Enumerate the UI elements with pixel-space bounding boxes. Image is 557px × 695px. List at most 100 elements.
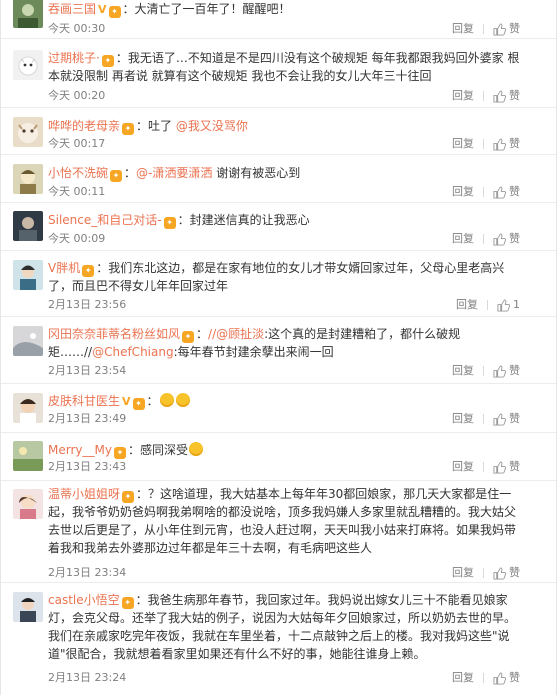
like-button[interactable]: 赞 xyxy=(493,22,520,36)
thumbs-up-icon xyxy=(493,671,506,685)
list-item: 冈田奈奈菲蒂名粉丝如风 ✦ ：//@顾扯淡:这个真的是封建糟粕了，都什么破规矩……/… xyxy=(1,317,556,384)
comment-list: 吞画三国 V ✦ ：大清亡了一百年了！醒醒吧！ 今天 00:30 回复 赞 过期桃子·… xyxy=(0,0,557,695)
like-button[interactable]: 赞 xyxy=(493,412,520,426)
mention-link[interactable]: @ChefChiang xyxy=(92,345,174,359)
timestamp: 今天 00:17 xyxy=(48,137,106,150)
mention-link[interactable]: @我又没骂你 xyxy=(176,119,248,133)
reply-button[interactable]: 回复 xyxy=(452,364,474,378)
list-item: 过期桃子· ✦ ：我无语了…不知道是不是四川没有这个破规矩 每年我都跟我妈回外婆家 … xyxy=(1,39,556,108)
username-link[interactable]: Merry__My xyxy=(48,443,112,457)
avatar[interactable] xyxy=(13,117,43,147)
timestamp: 今天 00:30 xyxy=(48,22,106,35)
reply-button[interactable]: 回复 xyxy=(452,137,474,151)
reply-button[interactable]: 回复 xyxy=(452,412,474,426)
list-item: Merry__My ✦ ：感同深受 2月13日 23:43 回复 赞 xyxy=(1,433,556,481)
timestamp: 2月13日 23:24 xyxy=(48,671,127,684)
list-item: 小怡不洗碗 ✦ ：@-潇洒要潇洒 谢谢有被恶心到 今天 00:11 回复 赞 xyxy=(1,155,556,203)
like-count: 赞 xyxy=(509,185,520,198)
reply-button[interactable]: 回复 xyxy=(452,460,474,474)
username-link[interactable]: Silence_和自己对话- xyxy=(48,213,162,227)
username-link[interactable]: V胖机 xyxy=(48,261,80,275)
timestamp: 2月13日 23:54 xyxy=(48,364,127,377)
divider xyxy=(487,300,488,310)
avatar[interactable] xyxy=(13,326,43,356)
member-badge-icon: ✦ xyxy=(182,331,195,343)
like-button[interactable]: 赞 xyxy=(493,89,520,103)
comment-text: :每年春节封建余孽出来闹一回 xyxy=(173,345,334,359)
comment-text: 感同深受 xyxy=(139,443,188,457)
username-link[interactable]: 吞画三国 xyxy=(48,2,96,16)
username-link[interactable]: 温蒂小姐姐呀 xyxy=(48,487,120,501)
reply-button[interactable]: 回复 xyxy=(452,22,474,36)
like-button[interactable]: 赞 xyxy=(493,232,520,246)
timestamp: 2月13日 23:56 xyxy=(48,298,127,311)
comment-text: 大清亡了一百年了！醒醒吧！ xyxy=(134,2,291,16)
thumbs-up-icon xyxy=(493,566,506,580)
username-link[interactable]: 哗哗的老母亲 xyxy=(48,119,120,133)
username-link[interactable]: 过期桃子· xyxy=(48,51,100,65)
like-button[interactable]: 赞 xyxy=(493,137,520,151)
avatar[interactable] xyxy=(13,441,43,471)
like-count: 赞 xyxy=(509,137,520,150)
username-link[interactable]: castle小悟空 xyxy=(48,593,120,607)
thumbs-up-icon xyxy=(493,232,506,246)
divider xyxy=(483,366,484,376)
divider xyxy=(483,24,484,34)
list-item: 哗哗的老母亲 ✦ ：吐了 @我又没骂你 今天 00:17 回复 赞 xyxy=(1,108,556,155)
username-link[interactable]: 皮肤科甘医生 xyxy=(48,394,120,408)
avatar[interactable] xyxy=(13,260,43,290)
list-item: 皮肤科甘医生 V ✦： 2月13日 23:49 回复 赞 xyxy=(1,384,556,433)
like-button[interactable]: 赞 xyxy=(493,566,520,580)
like-button[interactable]: 赞 xyxy=(493,671,520,685)
reply-button[interactable]: 回复 xyxy=(456,298,478,312)
reply-button[interactable]: 回复 xyxy=(452,671,474,685)
avatar[interactable] xyxy=(13,393,43,423)
avatar[interactable] xyxy=(13,164,43,194)
divider xyxy=(483,139,484,149)
list-item: V胖机 ✦ ：我们东北这边，都是在家有地位的女儿才带女婿回家过年，父母心里老高兴了，… xyxy=(1,251,556,317)
mention-link[interactable]: //@顾扯淡 xyxy=(208,327,264,341)
avatar[interactable] xyxy=(13,211,43,241)
timestamp: 今天 00:20 xyxy=(48,89,106,102)
list-item: castle小悟空 ✦ ：我爸生病那年春节，我回家过年。我妈说出嫁女儿三十不能看见娘… xyxy=(1,583,556,695)
reply-button[interactable]: 回复 xyxy=(452,185,474,199)
comment-text: 封建迷信真的让我恶心 xyxy=(189,213,310,227)
member-badge-icon: ✦ xyxy=(82,265,95,277)
member-badge-icon: ✦ xyxy=(163,217,176,229)
avatar[interactable] xyxy=(13,489,43,519)
thumbs-up-icon xyxy=(493,364,506,378)
thumbs-up-icon xyxy=(493,185,506,199)
like-count: 赞 xyxy=(509,22,520,35)
grin-emoji-icon xyxy=(175,393,190,407)
member-badge-icon: ✦ xyxy=(122,491,135,503)
timestamp: 今天 00:09 xyxy=(48,232,106,245)
like-button[interactable]: 1 xyxy=(497,298,520,312)
avatar[interactable] xyxy=(13,50,43,80)
vip-icon: V xyxy=(98,3,107,16)
timestamp: 2月13日 23:49 xyxy=(48,412,127,425)
reply-button[interactable]: 回复 xyxy=(452,232,474,246)
member-badge-icon: ✦ xyxy=(122,123,135,135)
list-item: Silence_和自己对话- ✦ ：封建迷信真的让我恶心 今天 00:09 回复 赞 xyxy=(1,203,556,251)
divider xyxy=(483,414,484,424)
thumbs-up-icon xyxy=(493,89,506,103)
like-button[interactable]: 赞 xyxy=(493,185,520,199)
timestamp: 2月13日 23:34 xyxy=(48,566,127,579)
comment-text: 我们东北这边，都是在家有地位的女儿才带女婿回家过年，父母心里老高兴了，而且巴不得… xyxy=(48,261,505,293)
reply-button[interactable]: 回复 xyxy=(452,89,474,103)
thumbs-up-icon xyxy=(497,298,510,312)
like-button[interactable]: 赞 xyxy=(493,364,520,378)
username-link[interactable]: 小怡不洗碗 xyxy=(48,166,108,180)
comment-text: 吐了 xyxy=(148,119,173,133)
reply-button[interactable]: 回复 xyxy=(452,566,474,580)
like-count: 赞 xyxy=(509,566,520,579)
like-count: 赞 xyxy=(509,89,520,102)
like-count: 赞 xyxy=(509,364,520,377)
mention-link[interactable]: @-潇洒要潇洒 xyxy=(136,166,212,180)
avatar[interactable] xyxy=(13,0,43,28)
like-count: 赞 xyxy=(509,232,520,245)
avatar[interactable] xyxy=(13,592,43,622)
member-badge-icon: ✦ xyxy=(101,55,114,67)
username-link[interactable]: 冈田奈奈菲蒂名粉丝如风 xyxy=(48,327,180,341)
like-button[interactable]: 赞 xyxy=(493,460,520,474)
